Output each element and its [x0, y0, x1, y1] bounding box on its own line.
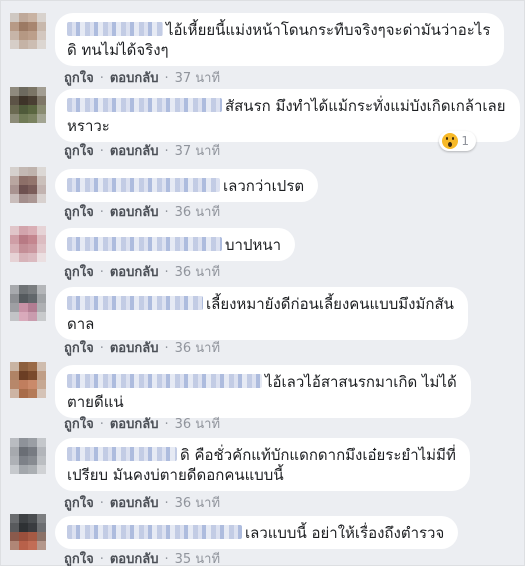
like-link[interactable]: ถูกใจ	[64, 492, 94, 513]
avatar[interactable]	[10, 514, 46, 550]
reply-link[interactable]: ตอบกลับ	[110, 201, 159, 222]
reply-link[interactable]: ตอบกลับ	[110, 140, 159, 161]
separator: ·	[164, 417, 169, 432]
comment-actions: ถูกใจ · ตอบกลับ · 35 นาที	[64, 548, 220, 566]
comment-actions: ถูกใจ · ตอบกลับ · 36 นาที	[64, 201, 220, 222]
comment-text: ดิ คือชั่วคักแท้บักแดกดากมึงเอ๋ยระยำไม่ม…	[180, 446, 456, 464]
comment-bubble: เลวแบบนี้ อย่าให้เรื่องถึงตำรวจ	[55, 516, 459, 549]
avatar[interactable]	[10, 226, 46, 262]
like-link[interactable]: ถูกใจ	[64, 337, 94, 358]
commenter-name-redacted[interactable]	[67, 98, 222, 112]
reply-link[interactable]: ตอบกลับ	[110, 67, 159, 88]
comment-bubble: เลวกว่าเปรต	[55, 169, 319, 202]
timestamp[interactable]: 36 นาที	[175, 261, 220, 282]
like-link[interactable]: ถูกใจ	[64, 548, 94, 566]
avatar[interactable]	[10, 87, 46, 123]
commenter-name-redacted[interactable]	[67, 22, 163, 36]
avatar[interactable]	[10, 285, 46, 321]
reply-link[interactable]: ตอบกลับ	[110, 492, 159, 513]
comment-text: ไอ้เลวไอ้สาสนรกมาเกิด ไม่ได้	[265, 373, 457, 391]
comment-thread: ไอ้เหี้ยยนี้แม่งหน้าโดนกระทืบจริงๆจะด่าม…	[0, 0, 525, 566]
commenter-name-redacted[interactable]	[67, 525, 242, 539]
timestamp[interactable]: 36 นาที	[175, 201, 220, 222]
comment-text: สัสนรก มึงทำได้แม้กระทั่งแม่บังเกิดเกล้า…	[225, 97, 506, 115]
comment-bubble: ไอ้เหี้ยยนี้แม่งหน้าโดนกระทืบจริงๆจะด่าม…	[55, 13, 505, 66]
commenter-name-redacted[interactable]	[67, 447, 177, 461]
separator: ·	[164, 144, 169, 159]
timestamp[interactable]: 37 นาที	[175, 67, 220, 88]
commenter-name-redacted[interactable]	[67, 178, 220, 192]
like-link[interactable]: ถูกใจ	[64, 413, 94, 434]
comment-actions: ถูกใจ · ตอบกลับ · 37 นาที	[64, 140, 220, 161]
like-link[interactable]: ถูกใจ	[64, 261, 94, 282]
separator: ·	[99, 552, 104, 566]
avatar[interactable]	[10, 438, 46, 474]
separator: ·	[99, 341, 104, 356]
separator: ·	[99, 205, 104, 220]
comment-text: ไอ้เหี้ยยนี้แม่งหน้าโดนกระทืบจริงๆจะด่าม…	[166, 21, 491, 39]
comment-text: บาปหนา	[225, 236, 282, 254]
avatar[interactable]	[10, 13, 46, 49]
reaction-count[interactable]: 1	[439, 131, 476, 151]
comment-text: ดิ ทนไม่ได้จริงๆ	[67, 41, 169, 59]
timestamp[interactable]: 35 นาที	[175, 548, 220, 566]
reply-link[interactable]: ตอบกลับ	[110, 548, 159, 566]
comment-bubble: เลี้ยงหมายังดีก่อนเลี้ยงคนแบบมึงมักสัน ด…	[55, 287, 468, 340]
separator: ·	[164, 205, 169, 220]
separator: ·	[99, 265, 104, 280]
commenter-name-redacted[interactable]	[67, 237, 222, 251]
comment-bubble: ดิ คือชั่วคักแท้บักแดกดากมึงเอ๋ยระยำไม่ม…	[55, 438, 470, 491]
separator: ·	[99, 144, 104, 159]
reply-link[interactable]: ตอบกลับ	[110, 337, 159, 358]
separator: ·	[164, 552, 169, 566]
reply-link[interactable]: ตอบกลับ	[110, 261, 159, 282]
commenter-name-redacted[interactable]	[67, 296, 203, 310]
separator: ·	[99, 496, 104, 511]
timestamp[interactable]: 36 นาที	[175, 492, 220, 513]
like-link[interactable]: ถูกใจ	[64, 201, 94, 222]
comment-text: เลวแบบนี้ อย่าให้เรื่องถึงตำรวจ	[245, 524, 445, 542]
avatar[interactable]	[10, 362, 46, 398]
commenter-name-redacted[interactable]	[67, 374, 262, 388]
reaction-number: 1	[461, 134, 469, 148]
comment-actions: ถูกใจ · ตอบกลับ · 36 นาที	[64, 261, 220, 282]
timestamp[interactable]: 36 นาที	[175, 413, 220, 434]
separator: ·	[164, 71, 169, 86]
separator: ·	[99, 417, 104, 432]
separator: ·	[164, 265, 169, 280]
separator: ·	[164, 496, 169, 511]
comment-actions: ถูกใจ · ตอบกลับ · 36 นาที	[64, 413, 220, 434]
like-link[interactable]: ถูกใจ	[64, 140, 94, 161]
avatar[interactable]	[10, 167, 46, 203]
timestamp[interactable]: 37 นาที	[175, 140, 220, 161]
timestamp[interactable]: 36 นาที	[175, 337, 220, 358]
comment-bubble: ไอ้เลวไอ้สาสนรกมาเกิด ไม่ได้ ตายดีแน่	[55, 365, 471, 418]
comment-text: หราวะ	[67, 117, 110, 135]
comment-actions: ถูกใจ · ตอบกลับ · 36 นาที	[64, 337, 220, 358]
comment-text: ตายดีแน่	[67, 393, 124, 411]
comment-text: เปรียบ มันคงบ่ตายดีดอกคนแบบนี้	[67, 466, 284, 484]
comment-actions: ถูกใจ · ตอบกลับ · 37 นาที	[64, 67, 220, 88]
like-link[interactable]: ถูกใจ	[64, 67, 94, 88]
wow-icon	[442, 133, 459, 149]
reply-link[interactable]: ตอบกลับ	[110, 413, 159, 434]
comment-text: ดาล	[67, 315, 95, 333]
comment-text: เลวกว่าเปรต	[223, 177, 305, 195]
comment-actions: ถูกใจ · ตอบกลับ · 36 นาที	[64, 492, 220, 513]
separator: ·	[99, 71, 104, 86]
separator: ·	[164, 341, 169, 356]
comment-text: เลี้ยงหมายังดีก่อนเลี้ยงคนแบบมึงมักสัน	[206, 295, 454, 313]
comment-bubble: บาปหนา	[55, 228, 296, 261]
